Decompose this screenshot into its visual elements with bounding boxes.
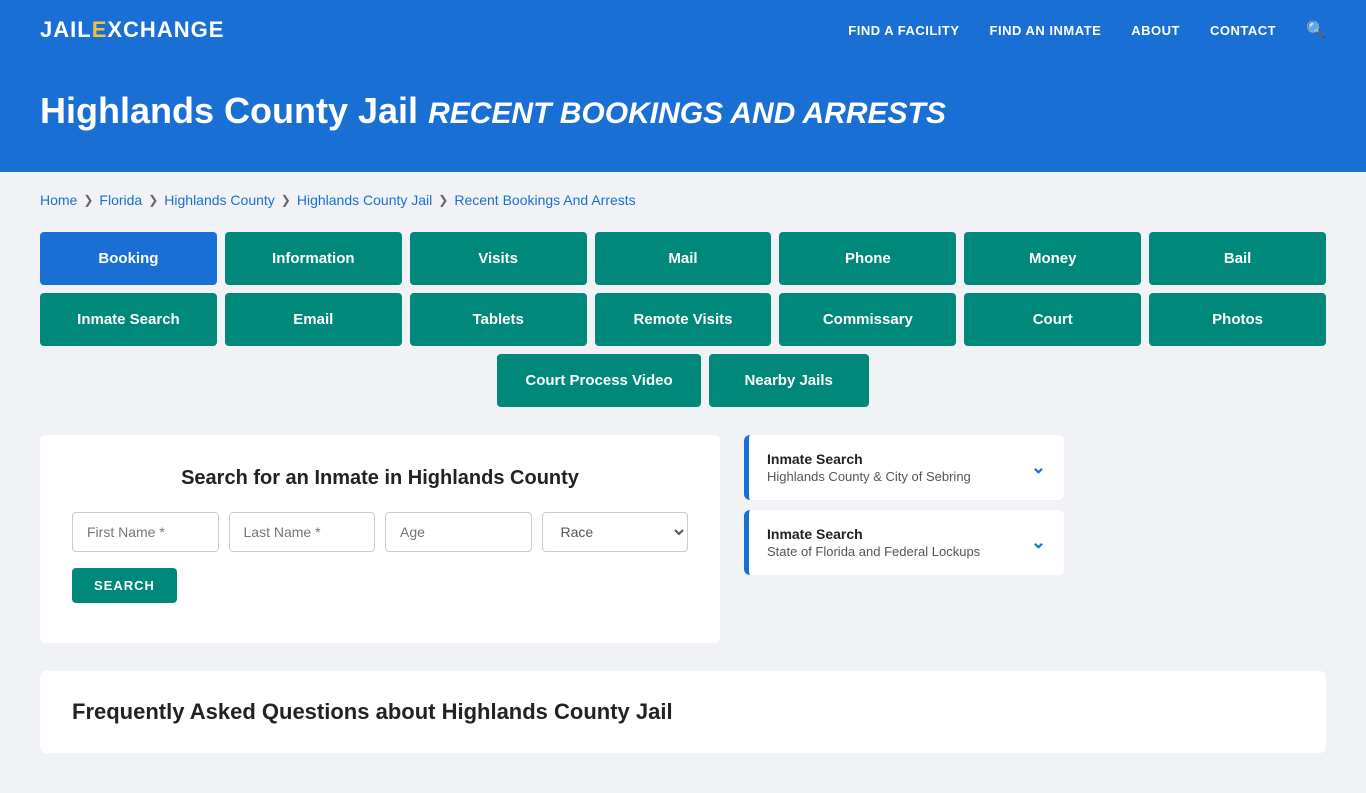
- nav-buttons-row-2: Inmate Search Email Tablets Remote Visit…: [40, 293, 1326, 346]
- breadcrumb-home[interactable]: Home: [40, 192, 77, 208]
- sidebar-card-2: Inmate Search State of Florida and Feder…: [744, 510, 1064, 575]
- breadcrumb-highlands-jail[interactable]: Highlands County Jail: [297, 192, 432, 208]
- navbar-links: FIND A FACILITY FIND AN INMATE ABOUT CON…: [848, 20, 1326, 40]
- nav-buttons-row-1: Booking Information Visits Mail Phone Mo…: [40, 232, 1326, 285]
- brand-name-part2: XCHANGE: [107, 17, 224, 42]
- sidebar-card-1-header[interactable]: Inmate Search Highlands County & City of…: [749, 435, 1064, 500]
- sidebar-card-1: Inmate Search Highlands County & City of…: [744, 435, 1064, 500]
- breadcrumb-florida[interactable]: Florida: [99, 192, 142, 208]
- race-select[interactable]: Race White Black Hispanic Asian Other: [542, 512, 689, 552]
- nav-find-inmate[interactable]: FIND AN INMATE: [990, 23, 1102, 38]
- breadcrumb-current: Recent Bookings And Arrests: [454, 192, 635, 208]
- bottom-title: Frequently Asked Questions about Highlan…: [72, 699, 1294, 725]
- main-content: Home ❯ Florida ❯ Highlands County ❯ High…: [0, 172, 1366, 793]
- nav-buttons-row-3: Court Process Video Nearby Jails: [40, 354, 1326, 407]
- last-name-input[interactable]: [229, 512, 376, 552]
- breadcrumb-sep-2: ❯: [148, 193, 158, 207]
- sidebar-panel: Inmate Search Highlands County & City of…: [744, 435, 1064, 585]
- search-form: Race White Black Hispanic Asian Other: [72, 512, 688, 552]
- nav-btn-commissary[interactable]: Commissary: [779, 293, 956, 346]
- nav-btn-visits[interactable]: Visits: [410, 232, 587, 285]
- sidebar-card-1-title: Inmate Search: [767, 451, 971, 467]
- brand-logo[interactable]: JAILEXCHANGE: [40, 17, 224, 43]
- breadcrumb: Home ❯ Florida ❯ Highlands County ❯ High…: [40, 192, 1326, 208]
- nav-btn-inmate-search[interactable]: Inmate Search: [40, 293, 217, 346]
- sidebar-card-2-subtitle: State of Florida and Federal Lockups: [767, 544, 980, 559]
- sidebar-card-1-subtitle: Highlands County & City of Sebring: [767, 469, 971, 484]
- breadcrumb-sep-4: ❯: [438, 193, 448, 207]
- bottom-section: Frequently Asked Questions about Highlan…: [40, 671, 1326, 753]
- navbar-search-icon[interactable]: 🔍: [1306, 20, 1326, 40]
- page-title: Highlands County Jail RECENT BOOKINGS AN…: [40, 90, 1326, 132]
- two-col-layout: Search for an Inmate in Highlands County…: [40, 435, 1326, 643]
- nav-btn-court-process-video[interactable]: Court Process Video: [497, 354, 700, 407]
- nav-buttons-section: Booking Information Visits Mail Phone Mo…: [40, 232, 1326, 407]
- sidebar-card-2-header[interactable]: Inmate Search State of Florida and Feder…: [749, 510, 1064, 575]
- nav-contact[interactable]: CONTACT: [1210, 23, 1276, 38]
- page-title-italic: RECENT BOOKINGS AND ARRESTS: [428, 97, 946, 130]
- nav-btn-email[interactable]: Email: [225, 293, 402, 346]
- nav-btn-nearby-jails[interactable]: Nearby Jails: [709, 354, 869, 407]
- nav-about[interactable]: ABOUT: [1131, 23, 1180, 38]
- nav-btn-mail[interactable]: Mail: [595, 232, 772, 285]
- nav-btn-information[interactable]: Information: [225, 232, 402, 285]
- sidebar-card-1-text: Inmate Search Highlands County & City of…: [767, 451, 971, 484]
- sidebar-card-2-chevron-icon: ⌄: [1031, 532, 1046, 553]
- brand-name-part1: JAIL: [40, 17, 92, 42]
- age-input[interactable]: [385, 512, 532, 552]
- search-title: Search for an Inmate in Highlands County: [72, 467, 688, 490]
- sidebar-card-1-chevron-icon: ⌄: [1031, 457, 1046, 478]
- navbar: JAILEXCHANGE FIND A FACILITY FIND AN INM…: [0, 0, 1366, 60]
- breadcrumb-sep-1: ❯: [83, 193, 93, 207]
- nav-btn-tablets[interactable]: Tablets: [410, 293, 587, 346]
- breadcrumb-highlands-county[interactable]: Highlands County: [164, 192, 275, 208]
- nav-btn-court[interactable]: Court: [964, 293, 1141, 346]
- sidebar-card-2-title: Inmate Search: [767, 526, 980, 542]
- hero-section: Highlands County Jail RECENT BOOKINGS AN…: [0, 60, 1366, 172]
- nav-btn-phone[interactable]: Phone: [779, 232, 956, 285]
- nav-btn-photos[interactable]: Photos: [1149, 293, 1326, 346]
- nav-btn-money[interactable]: Money: [964, 232, 1141, 285]
- first-name-input[interactable]: [72, 512, 219, 552]
- nav-btn-bail[interactable]: Bail: [1149, 232, 1326, 285]
- breadcrumb-sep-3: ❯: [281, 193, 291, 207]
- nav-find-facility[interactable]: FIND A FACILITY: [848, 23, 959, 38]
- nav-btn-remote-visits[interactable]: Remote Visits: [595, 293, 772, 346]
- sidebar-card-2-text: Inmate Search State of Florida and Feder…: [767, 526, 980, 559]
- brand-x-letter: E: [92, 17, 108, 42]
- search-button[interactable]: SEARCH: [72, 568, 177, 603]
- search-panel: Search for an Inmate in Highlands County…: [40, 435, 720, 643]
- page-title-main: Highlands County Jail: [40, 90, 418, 131]
- nav-btn-booking[interactable]: Booking: [40, 232, 217, 285]
